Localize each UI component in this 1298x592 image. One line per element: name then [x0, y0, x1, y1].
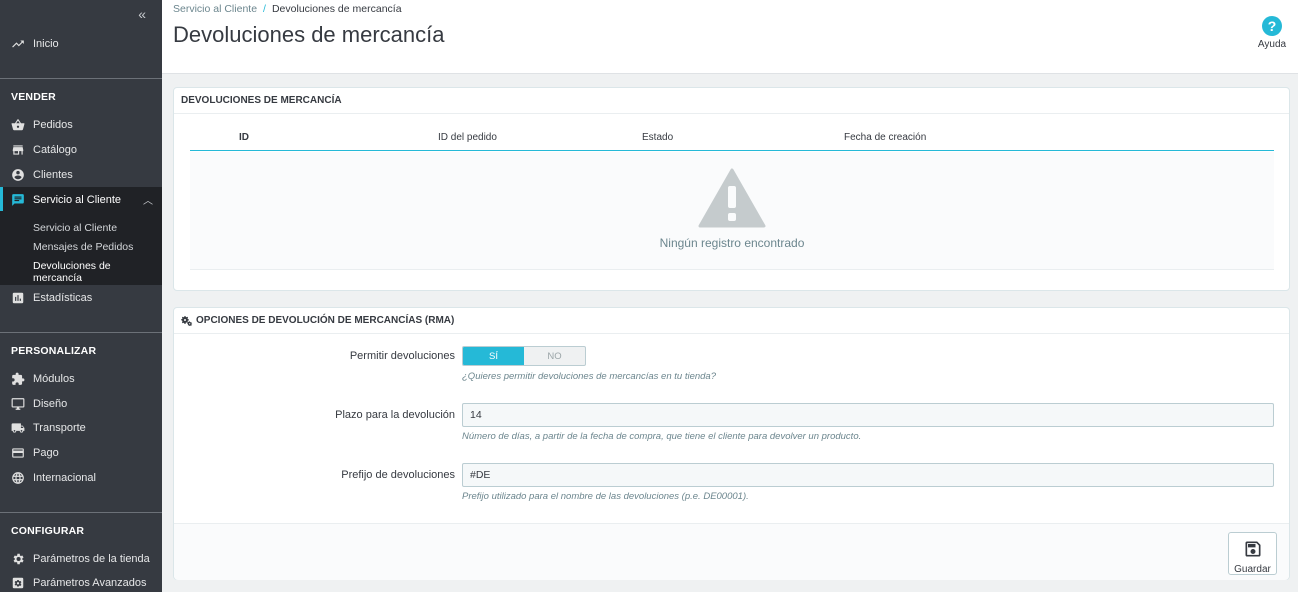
help-button[interactable]: ? Ayuda — [1256, 16, 1288, 50]
floppy-disk-icon — [1245, 541, 1260, 557]
page-header: Servicio al Cliente / Devoluciones de merc… — [162, 0, 1298, 74]
sidebar-subitem-devoluciones[interactable]: Devoluciones de mercancía — [33, 260, 162, 284]
truck-icon — [11, 421, 25, 435]
panel-footer: Guardar — [174, 523, 1289, 580]
sidebar-item-label: Servicio al Cliente — [33, 193, 122, 206]
panel-title: OPCIONES DE DEVOLUCIÓN DE MERCANCÍAS (RM… — [196, 315, 455, 326]
toggle-yes-option[interactable]: SÍ — [463, 347, 524, 365]
sidebar-item-modulos[interactable]: Módulos — [0, 366, 162, 391]
sidebar-item-pago[interactable]: Pago — [0, 440, 162, 465]
allow-returns-help: ¿Quieres permitir devoluciones de mercan… — [462, 371, 716, 382]
chevron-up-icon: ︿ — [143, 196, 153, 207]
cogs-icon — [181, 315, 193, 327]
sidebar-item-label: Módulos — [33, 372, 75, 385]
help-icon: ? — [1262, 16, 1282, 36]
sidebar-item-catalogo[interactable]: Catálogo — [0, 137, 162, 162]
sidebar-item-diseno[interactable]: Diseño — [0, 391, 162, 416]
sidebar-item-estadisticas[interactable]: Estadísticas — [0, 285, 162, 310]
help-label: Ayuda — [1257, 39, 1287, 50]
panel-title: DEVOLUCIONES DE MERCANCÍA — [174, 88, 1289, 114]
active-indicator — [0, 187, 3, 211]
rma-options-panel: OPCIONES DE DEVOLUCIÓN DE MERCANCÍAS (RM… — [173, 307, 1290, 580]
save-button[interactable]: Guardar — [1228, 532, 1277, 575]
warning-icon — [698, 168, 766, 228]
sidebar-item-transporte[interactable]: Transporte — [0, 415, 162, 440]
sidebar-item-inicio[interactable]: Inicio — [0, 31, 162, 56]
sidebar-subitem-mensajes-pedidos[interactable]: Mensajes de Pedidos — [33, 241, 133, 253]
sidebar-item-servicio-cliente[interactable]: Servicio al Cliente ︿ — [0, 187, 162, 212]
empty-state: Ningún registro encontrado — [190, 152, 1274, 270]
desktop-icon — [11, 397, 25, 411]
sidebar-item-label: Catálogo — [33, 143, 78, 156]
basket-icon — [11, 118, 25, 132]
account-circle-icon — [11, 168, 25, 182]
sidebar-item-internacional[interactable]: Internacional — [0, 465, 162, 490]
column-header-status[interactable]: Estado — [642, 132, 673, 143]
sidebar-item-label: Parámetros de la tienda — [33, 552, 150, 565]
sidebar-item-label: Inicio — [33, 37, 59, 50]
collapse-sidebar-icon[interactable]: « — [138, 6, 146, 22]
empty-state-text: Ningún registro encontrado — [659, 236, 805, 250]
store-icon — [11, 143, 25, 157]
return-prefix-input[interactable]: #DE — [462, 463, 1274, 487]
trending-up-icon — [11, 37, 25, 51]
return-prefix-label: Prefijo de devoluciones — [341, 469, 455, 481]
sidebar-subitem-servicio-cliente[interactable]: Servicio al Cliente — [33, 222, 117, 234]
allow-returns-label: Permitir devoluciones — [349, 350, 455, 362]
column-header-id[interactable]: ID — [239, 132, 249, 143]
section-title-configurar: CONFIGURAR — [11, 525, 85, 537]
return-deadline-help: Número de días, a partir de la fecha de … — [462, 431, 862, 442]
allow-returns-toggle[interactable]: SÍ NO — [462, 346, 586, 366]
sidebar-item-parametros-tienda[interactable]: Parámetros de la tienda — [0, 546, 162, 571]
settings-box-icon — [11, 576, 25, 590]
sidebar-item-pedidos[interactable]: Pedidos — [0, 112, 162, 137]
section-title-vender: VENDER — [11, 91, 56, 103]
table-header: ID ID del pedido Estado Fecha de creació… — [190, 125, 1274, 151]
sidebar-item-clientes[interactable]: Clientes — [0, 162, 162, 187]
bar-chart-icon — [11, 291, 25, 305]
breadcrumb-parent-link[interactable]: Servicio al Cliente — [173, 3, 257, 15]
sidebar-item-label: Transporte — [33, 421, 86, 434]
sidebar: « Inicio VENDER Pedidos Catálogo Cliente… — [0, 0, 162, 592]
returns-list-panel: DEVOLUCIONES DE MERCANCÍA ID ID del pedi… — [173, 87, 1290, 291]
sidebar-divider — [0, 78, 162, 79]
save-button-label: Guardar — [1234, 564, 1271, 575]
return-deadline-input[interactable]: 14 — [462, 403, 1274, 427]
return-prefix-help: Prefijo utilizado para el nombre de las … — [462, 491, 749, 502]
breadcrumb: Servicio al Cliente / Devoluciones de merc… — [173, 3, 402, 15]
panel-heading: OPCIONES DE DEVOLUCIÓN DE MERCANCÍAS (RM… — [174, 308, 1289, 334]
column-header-order-id[interactable]: ID del pedido — [438, 132, 497, 143]
gear-icon — [11, 552, 25, 566]
sidebar-item-label: Parámetros Avanzados — [33, 576, 147, 589]
sidebar-item-label: Internacional — [33, 471, 96, 484]
credit-card-icon — [11, 446, 25, 460]
sidebar-item-label: Pago — [33, 446, 59, 459]
page-title: Devoluciones de mercancía — [173, 22, 445, 47]
column-header-date[interactable]: Fecha de creación — [844, 132, 926, 143]
sidebar-item-label: Clientes — [33, 168, 73, 181]
sidebar-item-parametros-avanzados[interactable]: Parámetros Avanzados — [0, 570, 162, 592]
return-deadline-label: Plazo para la devolución — [335, 409, 455, 421]
section-title-personalizar: PERSONALIZAR — [11, 345, 97, 357]
globe-icon — [11, 471, 25, 485]
sidebar-item-label: Pedidos — [33, 118, 73, 131]
sidebar-item-label: Diseño — [33, 397, 68, 410]
sidebar-divider — [0, 512, 162, 513]
breadcrumb-current: Devoluciones de mercancía — [271, 3, 402, 15]
chat-icon — [11, 193, 25, 207]
sidebar-item-label: Estadísticas — [33, 291, 93, 304]
breadcrumb-separator: / — [263, 3, 266, 15]
toggle-no-option[interactable]: NO — [524, 347, 585, 365]
sidebar-divider — [0, 332, 162, 333]
puzzle-icon — [11, 372, 25, 386]
